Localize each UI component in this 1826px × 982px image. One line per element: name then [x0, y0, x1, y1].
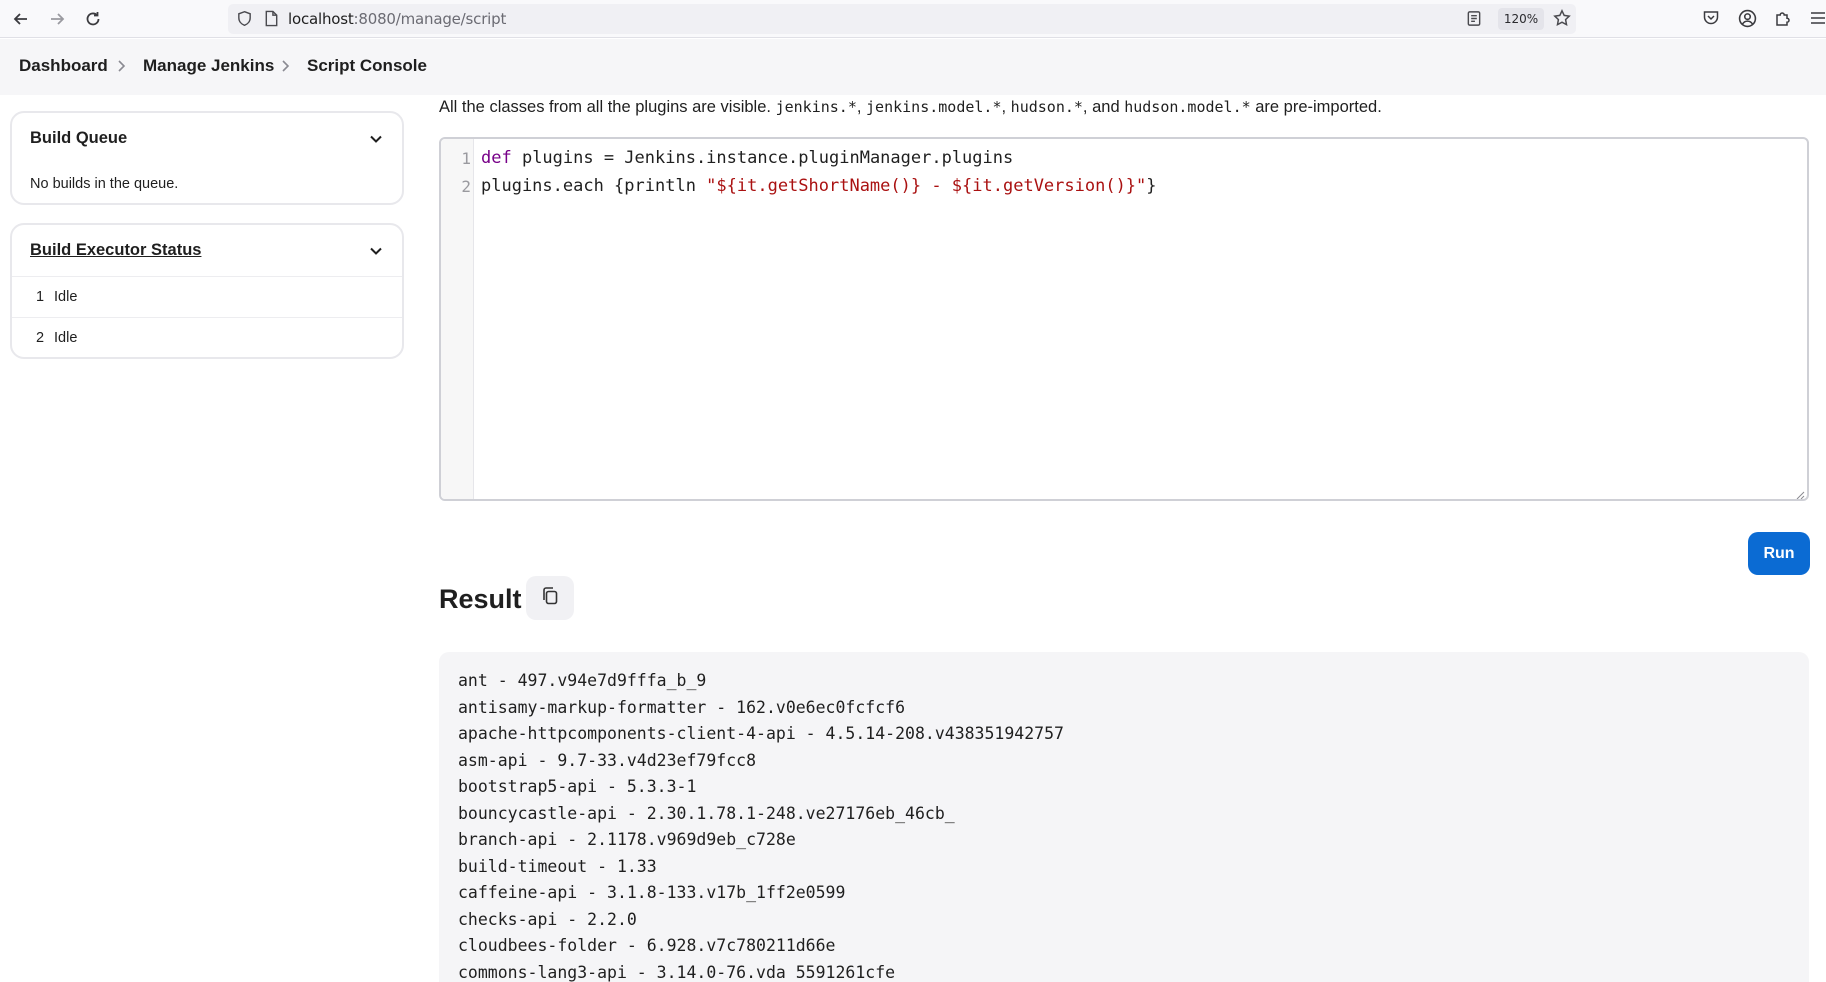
url-path: :8080/manage/script: [353, 10, 507, 28]
description-separator: ,: [856, 98, 867, 116]
forward-icon[interactable]: [44, 7, 70, 31]
package-name: hudson.*: [1010, 98, 1083, 116]
breadcrumb-separator-icon: [278, 59, 292, 78]
code-text: plugins = Jenkins.instance.pluginManager…: [511, 148, 1014, 168]
breadcrumb-separator-icon: [114, 59, 128, 78]
result-line: bootstrap5-api - 5.3.3-1: [458, 777, 697, 796]
breadcrumb-script-console[interactable]: Script Console: [307, 56, 427, 76]
breadcrumb-manage-jenkins[interactable]: Manage Jenkins: [143, 56, 274, 76]
result-line: bouncycastle-api - 2.30.1.78.1-248.ve271…: [458, 803, 955, 823]
description-text: are pre-imported.: [1250, 98, 1382, 116]
code-string: "${it.getShortName()} - ${it.getVersion(…: [706, 176, 1147, 196]
result-output: ant - 497.v94e7d9fffa_b_9 antisamy-marku…: [439, 652, 1809, 982]
result-line: checks-api - 2.2.0: [458, 909, 637, 929]
executor-row: 1 Idle: [12, 276, 402, 316]
executor-state: Idle: [54, 330, 78, 346]
browser-toolbar: localhost:8080/manage/script 120%: [0, 0, 1826, 38]
executor-state: Idle: [54, 289, 78, 305]
reload-icon[interactable]: [80, 7, 106, 31]
script-description: All the classes from all the plugins are…: [439, 98, 1382, 117]
copy-button[interactable]: [526, 576, 574, 620]
copy-icon: [541, 586, 559, 611]
menu-icon[interactable]: [1810, 9, 1826, 32]
description-separator: , and: [1082, 98, 1125, 116]
result-line: asm-api - 9.7-33.v4d23ef79fcc8: [458, 750, 757, 770]
result-line: build-timeout - 1.33: [458, 856, 657, 876]
result-line: ant - 497.v94e7d9fffa_b_9: [458, 671, 707, 690]
build-executor-status-panel: Build Executor Status 1 Idle 2 Idle: [10, 223, 404, 359]
executor-number: 1: [36, 289, 45, 305]
executor-row: 2 Idle: [12, 317, 402, 357]
zoom-level[interactable]: 120%: [1498, 8, 1544, 30]
code-line[interactable]: plugins.each {println "${it.getShortName…: [481, 176, 1157, 196]
description-separator: ,: [1001, 98, 1011, 116]
shield-icon[interactable]: [236, 10, 253, 32]
line-number: 2: [461, 177, 471, 196]
url-text[interactable]: localhost:8080/manage/script: [288, 10, 506, 28]
build-queue-empty-text: No builds in the queue.: [30, 176, 179, 192]
result-line: cloudbees-folder - 6.928.v7c780211d66e: [458, 936, 836, 955]
page-icon[interactable]: [264, 10, 279, 32]
account-icon[interactable]: [1738, 9, 1757, 33]
code-text: plugins.each {println: [481, 176, 707, 196]
back-icon[interactable]: [8, 7, 34, 31]
code-keyword: def: [481, 148, 512, 168]
reader-view-icon[interactable]: [1466, 10, 1482, 32]
breadcrumb-dashboard[interactable]: Dashboard: [19, 56, 108, 76]
url-host: localhost: [288, 10, 354, 28]
result-line: antisamy-markup-formatter - 162.v0e6ec0f…: [458, 697, 906, 717]
line-number-gutter: 1 2: [441, 139, 474, 499]
run-button[interactable]: Run: [1748, 532, 1810, 575]
package-name: hudson.model.*: [1124, 98, 1251, 116]
resize-handle-icon[interactable]: [1795, 487, 1805, 499]
package-name: jenkins.*: [775, 98, 857, 116]
executor-number: 2: [36, 330, 45, 346]
breadcrumb: Dashboard Manage Jenkins Script Console: [0, 39, 1826, 95]
description-text: All the classes from all the plugins are…: [439, 98, 776, 116]
result-title: Result: [439, 584, 522, 614]
extensions-icon[interactable]: [1774, 9, 1792, 32]
result-line: branch-api - 2.1178.v969d9eb_c728e: [458, 830, 796, 849]
result-line: commons-lang3-api - 3.14.0-76.vda 559126…: [458, 962, 896, 982]
script-editor[interactable]: 1 2 def plugins = Jenkins.instance.plugi…: [439, 137, 1809, 501]
code-line[interactable]: def plugins = Jenkins.instance.pluginMan…: [481, 148, 1013, 168]
result-line: caffeine-api - 3.1.8-133.v17b_1ff2e0599: [458, 883, 846, 902]
build-executor-status-link[interactable]: Build Executor Status: [30, 241, 201, 260]
address-bar[interactable]: localhost:8080/manage/script 120%: [228, 4, 1576, 34]
build-queue-panel: Build Queue No builds in the queue.: [10, 111, 404, 205]
bookmark-star-icon[interactable]: [1553, 9, 1571, 32]
line-number: 1: [461, 149, 471, 168]
chevron-down-icon[interactable]: [368, 243, 384, 259]
build-queue-title: Build Queue: [30, 129, 128, 147]
result-lines: ant - 497.v94e7d9fffa_b_9 antisamy-marku…: [458, 668, 1064, 982]
code-text: }: [1146, 176, 1157, 196]
pocket-icon[interactable]: [1702, 9, 1720, 32]
result-line: apache-httpcomponents-client-4-api - 4.5…: [458, 724, 1064, 743]
chevron-down-icon[interactable]: [368, 131, 384, 147]
package-name: jenkins.model.*: [866, 98, 1002, 116]
